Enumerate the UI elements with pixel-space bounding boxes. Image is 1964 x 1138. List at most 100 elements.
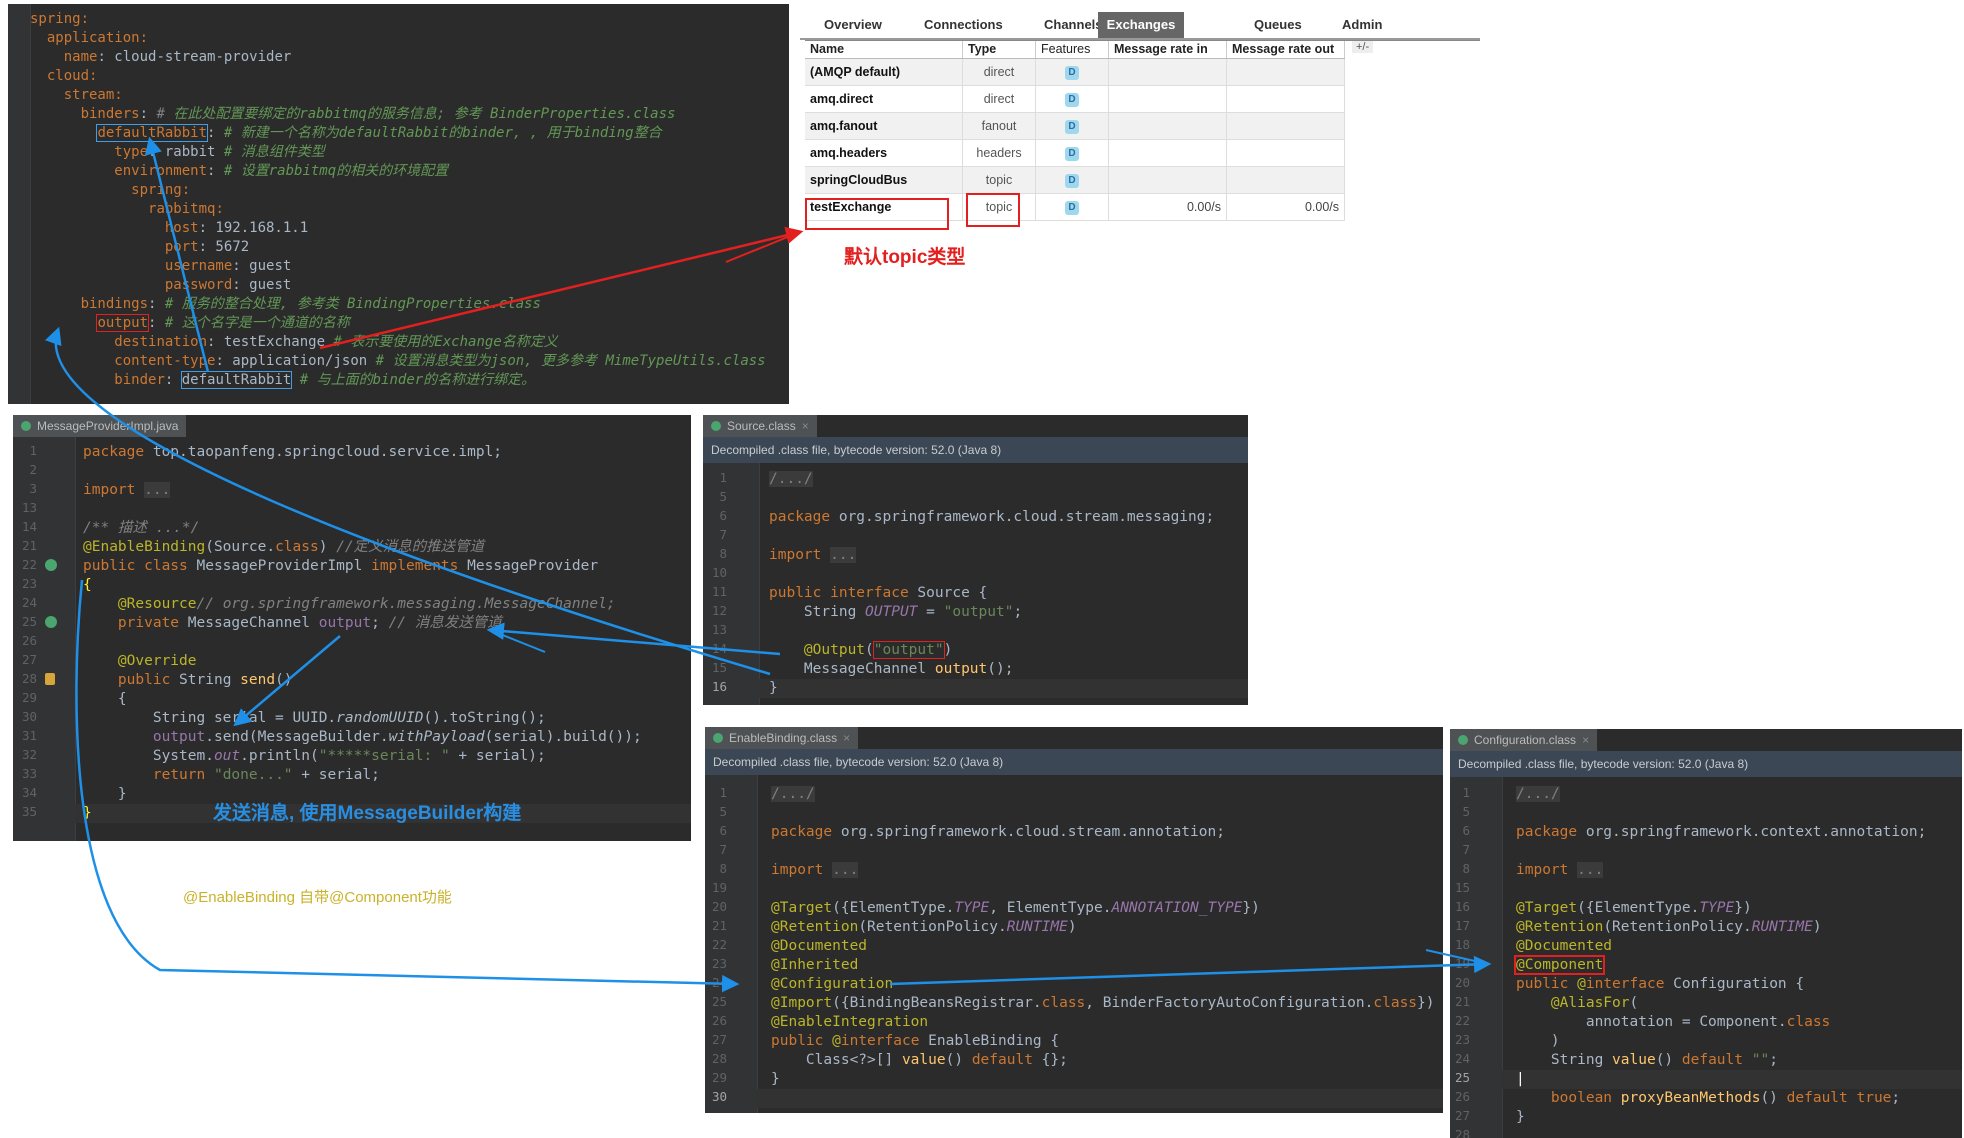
column-toggle-button[interactable]: +/- [1352,41,1374,53]
exchange-type: fanout [962,112,1036,140]
class-file-icon [713,733,723,743]
line-number: 6 [1462,823,1470,838]
line-number: 7 [1462,842,1470,857]
class-file-icon [1458,735,1468,745]
line-number: 24 [711,975,727,990]
line-number: 23 [21,576,37,591]
line-number: 33 [21,766,37,781]
table-row[interactable]: amq.fanout fanout D [805,112,1345,140]
tab-configuration-class[interactable]: Configuration.class × [1450,729,1598,751]
tab-enable-binding-class[interactable]: EnableBinding.class × [705,727,859,749]
table-row[interactable]: amq.direct direct D [805,85,1345,113]
col-features[interactable]: Features [1035,40,1109,59]
line-number: 28 [711,1051,727,1066]
tab-exchanges[interactable]: Exchanges [1098,12,1184,38]
line-number: 5 [719,489,727,504]
rate-out [1226,58,1345,86]
line-number: 1 [719,470,727,485]
line-number: 6 [719,823,727,838]
spring-bean-icon [45,616,57,628]
table-row[interactable]: amq.headers headers D [805,139,1345,167]
decompiled-banner: Decompiled .class file, bytecode version… [703,437,1248,463]
line-number: 5 [719,804,727,819]
line-number: 13 [711,622,727,637]
rate-in [1108,112,1227,140]
java-file-icon [21,421,31,431]
durable-badge: D [1065,201,1079,215]
line-number: 22 [711,937,727,952]
tab-channels[interactable]: Channels [1044,12,1103,38]
line-number: 26 [711,1013,727,1028]
rate-out [1226,139,1345,167]
line-number: 18 [1454,937,1470,952]
line-number: 11 [711,584,727,599]
col-name[interactable]: Name [805,40,963,59]
exchange-name[interactable]: amq.direct [805,85,963,113]
configuration-code: /.../ package org.springframework.contex… [1513,786,1927,1125]
durable-badge: D [1065,174,1079,188]
configuration-editor: Configuration.class × Decompiled .class f… [1450,729,1962,1138]
tab-connections[interactable]: Connections [924,12,1003,38]
tab-overview[interactable]: Overview [824,12,882,38]
feature-cell: D [1035,58,1109,86]
rate-in: 0.00/s [1108,193,1227,221]
line-number: 30 [21,709,37,724]
line-number: 25 [1454,1070,1470,1085]
col-type[interactable]: Type [962,40,1036,59]
line-number: 13 [21,500,37,515]
table-row[interactable]: (AMQP default) direct D [805,58,1345,86]
feature-cell: D [1035,166,1109,194]
tab-admin[interactable]: Admin [1342,12,1382,38]
rate-in [1108,139,1227,167]
enable-binding-editor: EnableBinding.class × Decompiled .class f… [705,727,1443,1113]
line-number: 29 [21,690,37,705]
feature-cell: D [1035,139,1109,167]
line-number: 1 [29,443,37,458]
line-number: 28 [1454,1127,1470,1138]
source-code: /.../ package org.springframework.cloud.… [769,471,1215,696]
exchange-name[interactable]: amq.fanout [805,112,963,140]
exchange-name[interactable]: amq.headers [805,139,963,167]
line-number: 8 [719,546,727,561]
line-number: 29 [711,1070,727,1085]
line-number: 22 [1454,1013,1470,1028]
tab-source-class[interactable]: Source.class × [703,415,817,437]
line-number: 16 [711,679,727,694]
line-number: 17 [1454,918,1470,933]
decompiled-banner: Decompiled .class file, bytecode version… [705,749,1443,775]
exchange-name[interactable]: springCloudBus [805,166,963,194]
tab-queues[interactable]: Queues [1254,12,1302,38]
rate-out [1226,85,1345,113]
line-number: 19 [711,880,727,895]
col-rate-out[interactable]: Message rate out [1226,40,1345,59]
yaml-config-panel: spring: application: name: cloud-stream-… [8,4,789,404]
col-rate-in[interactable]: Message rate in [1108,40,1227,59]
default-topic-caption: 默认topic类型 [844,247,966,268]
line-number: 23 [711,956,727,971]
rate-out: 0.00/s [1226,193,1345,221]
send-message-caption: 发送消息, 使用MessageBuilder构建 [213,803,522,824]
rate-in [1108,58,1227,86]
current-line-highlight [757,1089,1443,1108]
line-number: 7 [719,527,727,542]
exchanges-table: Name Type Features Message rate in Messa… [805,40,1345,221]
line-number: 16 [1454,899,1470,914]
exchange-type: topic [962,166,1036,194]
exchange-type: direct [962,58,1036,86]
line-number: 20 [711,899,727,914]
feature-cell: D [1035,112,1109,140]
rate-in [1108,85,1227,113]
table-row[interactable]: springCloudBus topic D [805,166,1345,194]
tab-message-provider[interactable]: MessageProviderImpl.java [13,415,187,437]
line-number: 27 [1454,1108,1470,1123]
close-icon[interactable]: × [802,419,809,433]
line-number: 25 [711,994,727,1009]
close-icon[interactable]: × [1582,733,1589,747]
line-number: 12 [711,603,727,618]
durable-badge: D [1065,120,1079,134]
exchange-name[interactable]: (AMQP default) [805,58,963,86]
exchange-type: headers [962,139,1036,167]
rate-out [1226,112,1345,140]
close-icon[interactable]: × [843,731,850,745]
line-number: 21 [21,538,37,553]
